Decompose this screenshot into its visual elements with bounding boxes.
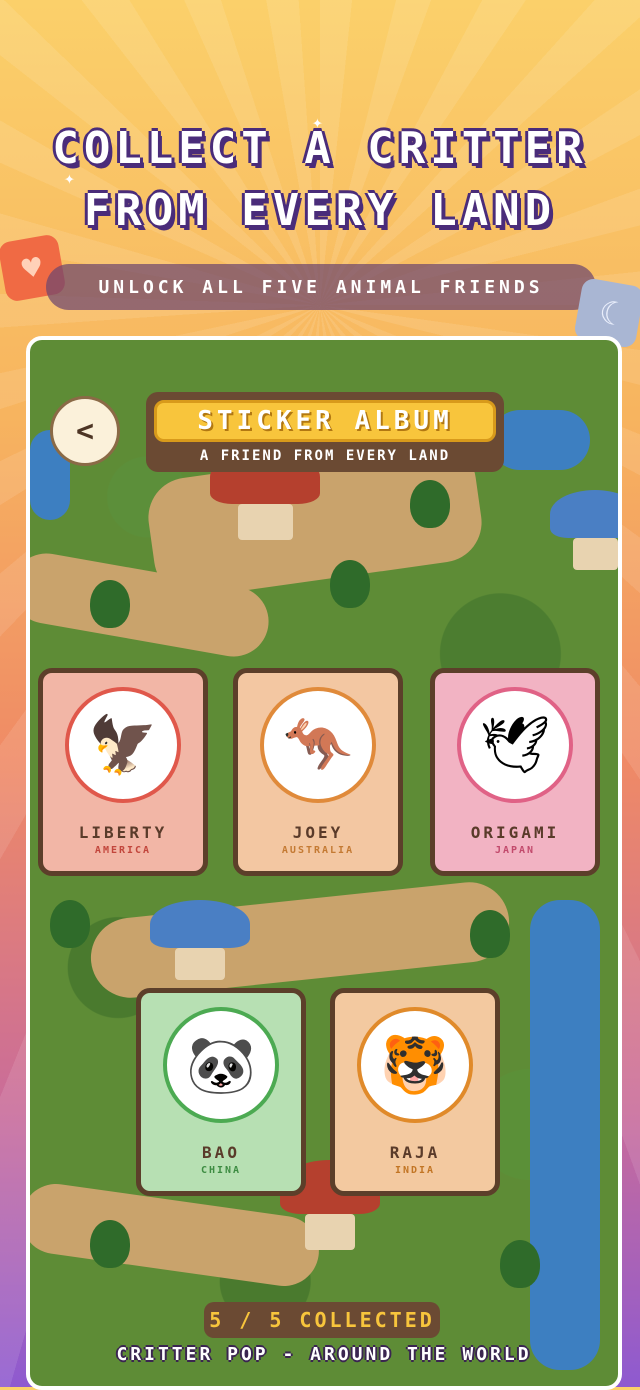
album-title: STICKER ALBUM [154,400,496,442]
album-subtitle: A FRIEND FROM EVERY LAND [199,448,451,464]
sticker-land: INDIA [394,1165,436,1176]
blue-mushroom-house [550,490,618,570]
panda-icon: 🐼 [163,1007,279,1123]
sticker-card-joey[interactable]: 🦘 JOEY AUSTRALIA [233,668,403,876]
footer-tagline: CRITTER POP - AROUND THE WORLD [116,1344,532,1365]
pine-tree [90,1220,130,1268]
pine-tree [500,1240,540,1288]
kangaroo-icon: 🦘 [260,687,376,803]
headline-line-1: COLLECT A CRITTER [52,123,588,174]
headline: COLLECT A CRITTER FROM EVERY LAND [0,118,640,242]
sticker-land: CHINA [200,1165,242,1176]
sticker-land: JAPAN [494,845,536,856]
eagle-icon: 🦅 [65,687,181,803]
sticker-land: AMERICA [94,845,152,856]
pine-tree [410,480,450,528]
sticker-card-liberty[interactable]: 🦅 LIBERTY AMERICA [38,668,208,876]
sticker-name: JOEY [292,823,344,842]
headline-line-2: FROM EVERY LAND [83,185,557,236]
chevron-left-icon: < [75,413,95,449]
sticker-name: BAO [202,1143,240,1162]
river [530,900,600,1370]
sticker-card-bao[interactable]: 🐼 BAO CHINA [136,988,306,1196]
sticker-card-raja[interactable]: 🐯 RAJA INDIA [330,988,500,1196]
river [490,410,590,470]
collection-counter: 5 / 5 COLLECTED [204,1302,440,1338]
subtitle-banner: UNLOCK ALL FIVE ANIMAL FRIENDS [46,264,596,310]
dirt-path [30,1179,324,1291]
phone-screenshot-frame: < STICKER ALBUM A FRIEND FROM EVERY LAND… [26,336,622,1390]
tiger-icon: 🐯 [357,1007,473,1123]
sticker-land: AUSTRALIA [281,845,355,856]
sticker-name: LIBERTY [78,823,168,842]
sticker-name: ORIGAMI [470,823,560,842]
sticker-card-origami[interactable]: 🕊 ORIGAMI JAPAN [430,668,600,876]
album-header: STICKER ALBUM A FRIEND FROM EVERY LAND [146,392,504,472]
blue-mushroom-house [150,900,250,980]
pine-tree [470,910,510,958]
pine-tree [330,560,370,608]
pine-tree [50,900,90,948]
back-button[interactable]: < [50,396,120,466]
crane-icon: 🕊 [457,687,573,803]
pine-tree [90,580,130,628]
sticker-name: RAJA [389,1143,441,1162]
